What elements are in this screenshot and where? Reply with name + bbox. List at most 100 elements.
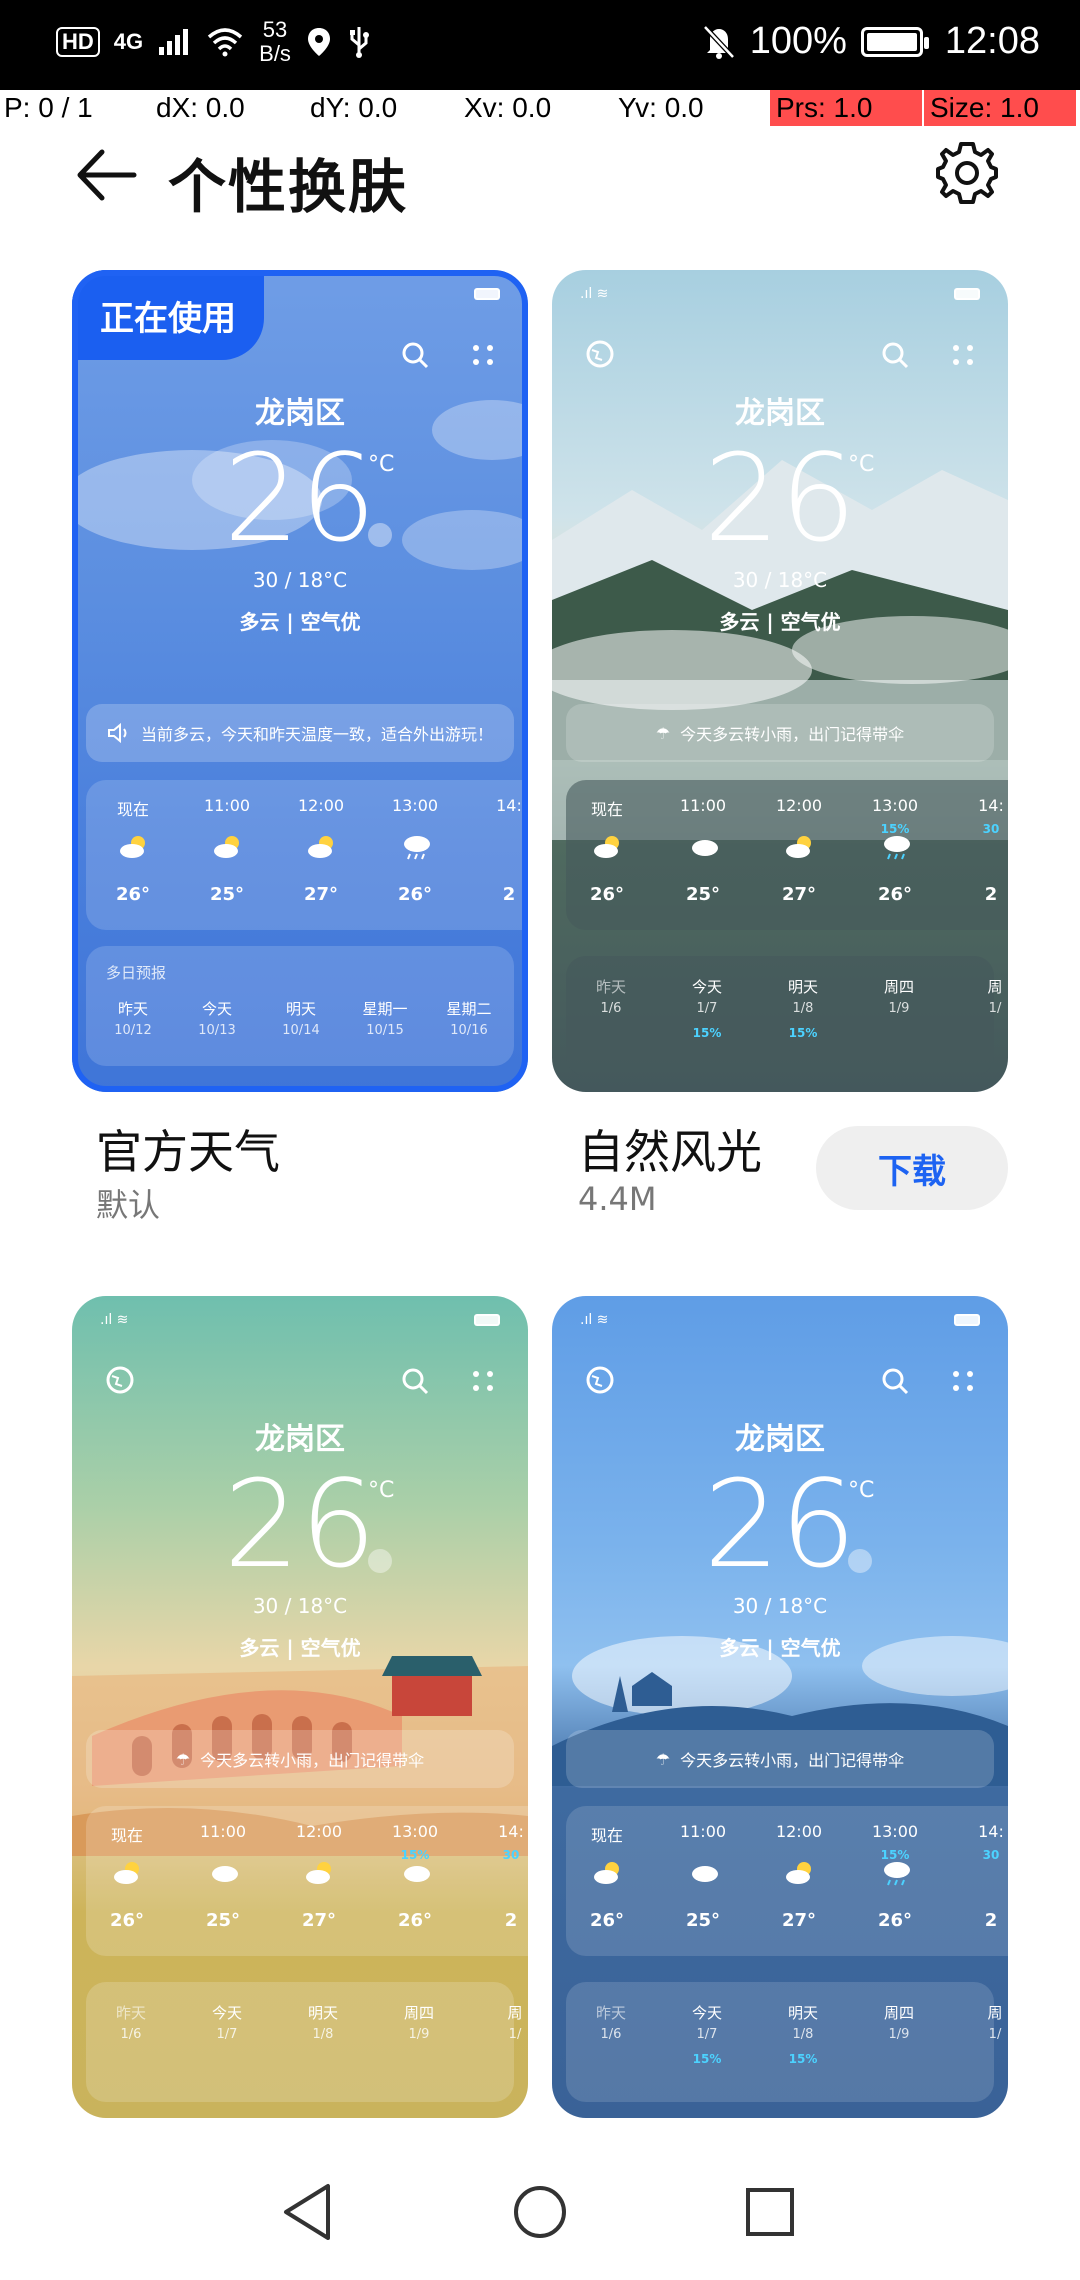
precip-chance: 15% — [788, 2052, 818, 2066]
hour-temp: 26° — [589, 1910, 625, 1931]
more-grid-icon — [953, 345, 973, 365]
partly-cloudy-icon — [594, 836, 619, 858]
hour-label: 14: — [978, 1822, 1004, 1841]
preview-hourly: 现在 26° 11:00 25° 12:00 27° 13:00 26° 14: 2 — [86, 780, 528, 930]
pointer-size: Size: 1.0 — [924, 90, 1076, 126]
day-date: 10/13 — [198, 1023, 236, 1038]
arrow-left-icon[interactable] — [72, 140, 142, 210]
recent-square-icon[interactable] — [730, 2172, 810, 2252]
speaker-icon — [368, 1549, 392, 1573]
preview-notice: ☂ 今天多云转小雨，出门记得带伞 — [86, 1730, 514, 1788]
notice-text: 今天多云转小雨，出门记得带伞 — [680, 1751, 905, 1770]
precip-chance: 30 — [982, 822, 1000, 836]
hour-temp: 26° — [115, 884, 151, 905]
hour-label: 12:00 — [775, 796, 823, 815]
day-item: 明天 1/8 — [288, 2002, 358, 2042]
cloudy-icon — [212, 1866, 238, 1882]
theme-name: 自然风光 — [578, 1125, 762, 1179]
partly-cloudy-icon — [306, 1862, 331, 1884]
theme-size: 4.4M — [578, 1180, 657, 1218]
day-date: 10/15 — [366, 1023, 404, 1038]
pointer-prs: Prs: 1.0 — [770, 90, 922, 126]
preview-daily: 昨天 1/6 今天 1/7 15% 明天 1/8 15% 周四 1/9 周 1/ — [566, 956, 1003, 1076]
hour-label: 13:00 — [391, 1822, 439, 1841]
preview-condition: 多云 | 空气优 — [719, 610, 841, 634]
day-item: 今天 10/13 — [182, 998, 252, 1038]
day-name: 今天 — [691, 2004, 722, 2022]
preview-unit: °C — [368, 1478, 395, 1503]
preview-unit: °C — [848, 1478, 875, 1503]
day-date: 1/ — [988, 2027, 1002, 2042]
day-item: 周 1/ — [480, 2002, 528, 2042]
precip-chance: 30 — [502, 1848, 520, 1862]
day-date: 1/6 — [600, 2027, 622, 2042]
preview-range: 30 / 18°C — [252, 1594, 348, 1618]
hour-temp: 26° — [397, 1910, 433, 1931]
notice-text: 今天多云转小雨，出门记得带伞 — [680, 725, 905, 744]
preview-city: 龙岗区 — [255, 1422, 345, 1457]
globe-icon — [106, 1366, 134, 1394]
day-date: 1/7 — [696, 1001, 718, 1016]
partly-cloudy-icon — [214, 836, 239, 858]
umbrella-icon: ☂ — [655, 723, 671, 743]
theme-card-palace[interactable]: .ıl ≋ 龙岗区 26 °C 30 / 18°C 多云 | 空气优 ☂ 今天多… — [72, 1296, 528, 2118]
hour-temp: 27° — [781, 884, 817, 905]
day-item: 周 1/ — [960, 976, 1008, 1016]
search-icon — [882, 1368, 909, 1395]
partly-cloudy-icon — [786, 1862, 811, 1884]
preview-temp: 26 — [703, 1456, 857, 1595]
cloudy-icon — [692, 840, 718, 856]
theme-preview: .ıl ≋ 龙岗区 26 °C 30 / 18°C 多云 | 空气优 ☂ 今天多… — [552, 1296, 1008, 2118]
precip-chance: 15% — [692, 2052, 722, 2066]
hour-temp: 25° — [685, 1910, 721, 1931]
hour-label: 14: — [978, 796, 1004, 815]
globe-icon — [586, 1366, 614, 1394]
partly-cloudy-icon — [594, 1862, 619, 1884]
partly-cloudy-icon — [786, 836, 811, 858]
day-name: 今天 — [691, 978, 722, 996]
day-item: 周四 1/9 — [384, 2002, 454, 2042]
location-icon — [307, 28, 330, 56]
day-item: 今天 1/7 — [192, 2002, 262, 2042]
day-item: 昨天 10/12 — [98, 998, 168, 1038]
net-speed: 53 B/s — [259, 18, 291, 66]
rain-cloud-icon — [884, 1862, 910, 1886]
back-triangle-icon[interactable] — [270, 2172, 350, 2252]
hour-label: 现在 — [590, 800, 623, 819]
hour-temp: 2 — [984, 1910, 998, 1931]
preview-temp: 26 — [223, 430, 377, 569]
theme-card-blue[interactable]: .ıl ≋ 龙岗区 26 °C 30 / 18°C 多云 | 空气优 ☂ 今天多… — [552, 1296, 1008, 2118]
day-name: 昨天 — [117, 1000, 148, 1018]
day-date: 10/12 — [114, 1023, 152, 1038]
day-item: 周 1/ — [960, 2002, 1008, 2042]
preview-hourly: 现在 26° 11:00 25° 12:00 27° 13:00 15% 26° 14: 3… — [566, 780, 1008, 930]
rain-cloud-icon — [884, 836, 910, 860]
search-icon — [402, 1368, 429, 1395]
theme-preview: .ıl ≋ 龙岗区 26 °C 30 / 18°C 多云 | 空气优 ☂ 今天多… — [552, 270, 1008, 1092]
day-date: 1/7 — [216, 2027, 238, 2042]
daily-label: 多日预报 — [106, 964, 167, 982]
download-button[interactable]: 下载 — [816, 1126, 1008, 1210]
more-grid-icon — [953, 1371, 973, 1391]
day-item: 昨天 1/6 — [96, 2002, 166, 2042]
rain-cloud-icon — [404, 836, 430, 860]
hour-label: 11:00 — [679, 796, 727, 815]
usb-icon — [349, 27, 369, 58]
theme-meta: 默认 — [96, 1186, 161, 1224]
hour-temp: 25° — [685, 884, 721, 905]
day-item: 周四 1/9 — [864, 976, 934, 1016]
preview-range: 30 / 18°C — [252, 568, 348, 592]
gear-icon[interactable] — [934, 140, 1000, 206]
theme-card-nature[interactable]: .ıl ≋ 龙岗区 26 °C 30 / 18°C 多云 | 空气优 ☂ 今天多… — [552, 270, 1008, 1092]
day-name: 昨天 — [595, 978, 626, 996]
pointer-xv: Xv: 0.0 — [464, 92, 552, 123]
battery-icon — [860, 26, 929, 57]
theme-card-official[interactable]: 龙岗区 26 °C 30 / 18°C 多云 | 空气优 当前多云，今天和昨天温… — [72, 270, 528, 1092]
day-date: 1/8 — [792, 2027, 814, 2042]
preview-notice: 当前多云，今天和昨天温度一致，适合外出游玩！ — [86, 704, 514, 762]
status-left: HD 4G 53 B/s — [56, 18, 371, 66]
day-name: 周四 — [883, 978, 914, 996]
preview-status-bar: .ıl ≋ — [552, 270, 1008, 302]
preview-unit: °C — [848, 452, 875, 477]
home-circle-icon[interactable] — [500, 2172, 580, 2252]
